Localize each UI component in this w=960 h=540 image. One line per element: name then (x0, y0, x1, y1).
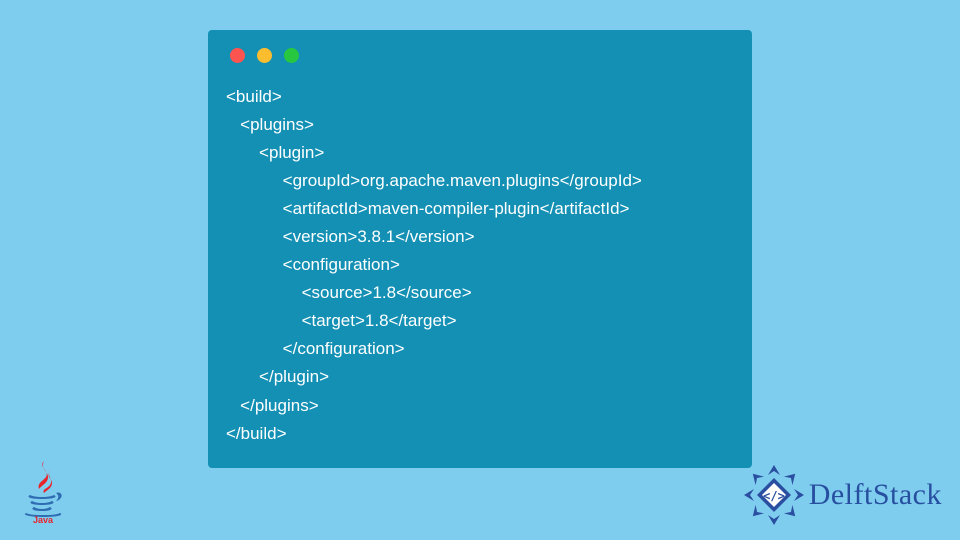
close-icon (230, 48, 245, 63)
code-window: <build> <plugins> <plugin> <groupId>org.… (208, 30, 752, 468)
svg-text:Java: Java (33, 515, 54, 523)
minimize-icon (257, 48, 272, 63)
java-logo-icon: Java (20, 459, 66, 528)
delftstack-logo-icon: </> (743, 464, 805, 526)
delftstack-name: DelftStack (809, 478, 942, 512)
code-block: <build> <plugins> <plugin> <groupId>org.… (226, 83, 734, 448)
delftstack-brand: </> DelftStack (743, 464, 942, 526)
svg-text:</>: </> (763, 489, 785, 503)
maximize-icon (284, 48, 299, 63)
window-controls (230, 48, 734, 63)
